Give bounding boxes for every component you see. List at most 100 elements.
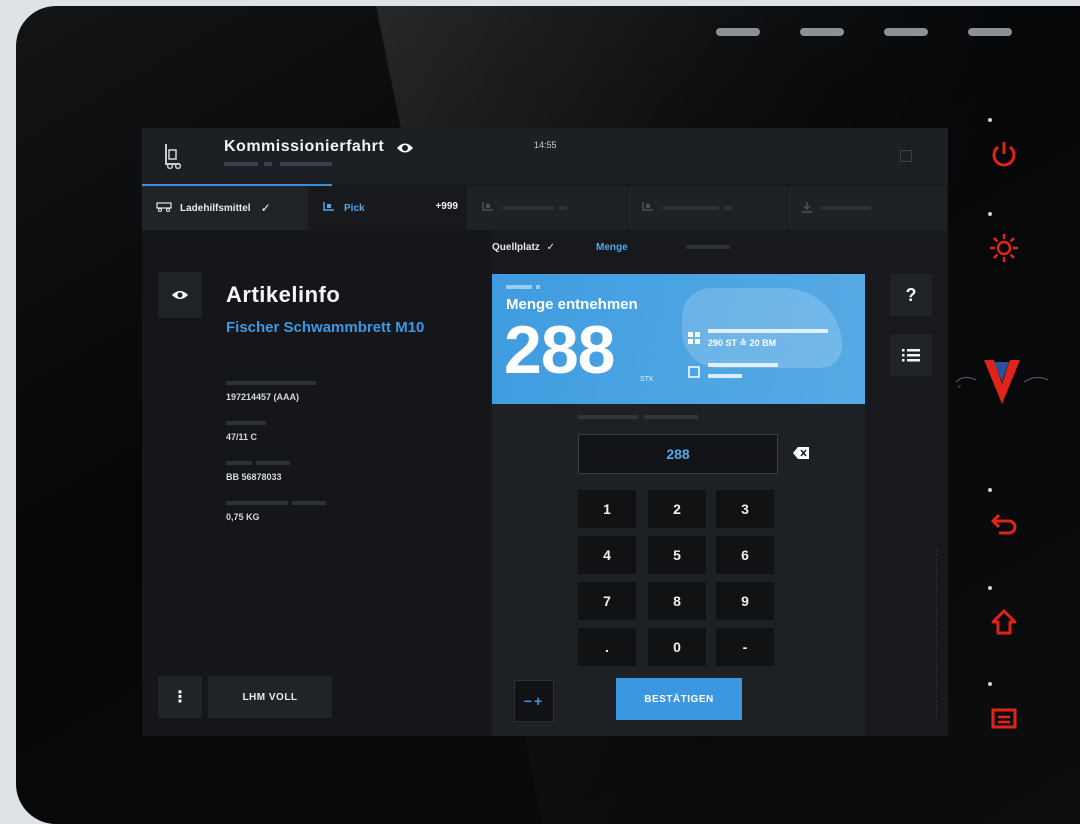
lhm-full-button[interactable]: LHM VOLL	[208, 676, 332, 718]
pick-count-badge: +999	[435, 201, 458, 212]
step-label: Quellplatz	[492, 242, 540, 253]
forklift-icon	[481, 201, 495, 216]
indicator-dot	[988, 488, 992, 492]
download-icon	[801, 201, 813, 216]
key-6[interactable]: 6	[716, 536, 774, 574]
page-subtitle	[224, 160, 344, 170]
tab-pick[interactable]: Pick +999	[308, 186, 466, 230]
clock: 14:55	[534, 140, 557, 150]
forklift-icon	[641, 201, 655, 216]
app-screen: Kommissionierfahrt 14:55 Ladehilfsmittel…	[142, 128, 948, 736]
brand-logo: ᵥ	[955, 360, 1049, 404]
home-icon	[991, 609, 1017, 635]
key-8[interactable]: 8	[648, 582, 706, 620]
help-button[interactable]: ?	[890, 274, 932, 316]
quantity-task-card: Menge entnehmen 288 STK 290 ST ≙ 20 BM	[492, 274, 865, 404]
eye-icon[interactable]	[396, 141, 414, 155]
details-toggle-button[interactable]	[158, 272, 202, 318]
tab-label	[821, 206, 871, 210]
pallet-icon	[156, 201, 172, 215]
confirm-button[interactable]: BESTÄTIGEN	[616, 678, 742, 720]
eye-icon	[172, 291, 188, 299]
tab-step-3[interactable]	[466, 186, 626, 230]
key-1[interactable]: 1	[578, 490, 636, 528]
single-items-label	[708, 363, 778, 367]
keypad-panel: 288 1 2 3 4 5 6 7 8 9 . 0 - −+ BESTÄTIGE…	[492, 404, 865, 736]
input-caption	[578, 415, 698, 419]
back-icon	[990, 513, 1017, 535]
home-button[interactable]	[982, 600, 1026, 644]
quantity-input[interactable]: 288	[578, 434, 778, 474]
app-header: Kommissionierfahrt 14:55	[142, 128, 948, 184]
key-7[interactable]: 7	[578, 582, 636, 620]
field-label	[226, 501, 326, 505]
forklift-app-icon	[165, 144, 182, 170]
order-number: BB 56878033	[226, 472, 282, 482]
indicator-dot	[988, 586, 992, 590]
plus-minus-toggle[interactable]: −+	[514, 680, 554, 722]
tab-label	[503, 206, 567, 210]
step-caption	[506, 285, 540, 289]
list-view-button[interactable]	[890, 334, 932, 376]
key-9[interactable]: 9	[716, 582, 774, 620]
power-icon	[992, 142, 1016, 167]
key-minus[interactable]: -	[716, 628, 774, 666]
menu-icon	[991, 708, 1017, 729]
field-label	[226, 381, 316, 385]
key-decimal[interactable]: .	[578, 628, 636, 666]
box-icon	[688, 366, 700, 378]
vent-slot	[800, 28, 844, 36]
step-quantity[interactable]: Menge	[596, 242, 628, 253]
step-next[interactable]	[686, 242, 730, 252]
indicator-dot	[988, 682, 992, 686]
packaging-label	[708, 329, 828, 333]
article-panel: Artikelinfo Fischer Schwammbrett M10 197…	[142, 230, 490, 736]
article-name: Fischer Schwammbrett M10	[226, 319, 425, 336]
menu-button[interactable]	[982, 696, 1026, 740]
field-label	[226, 421, 266, 425]
single-items-value	[708, 374, 742, 378]
target-quantity: 288	[504, 312, 615, 388]
key-0[interactable]: 0	[648, 628, 706, 666]
quantity-unit: STK	[640, 376, 654, 383]
page-title: Kommissionierfahrt	[224, 138, 385, 155]
tab-step-5[interactable]	[786, 186, 946, 230]
packaging-amount: 290 ST	[708, 338, 738, 348]
back-button[interactable]	[982, 504, 1026, 548]
article-weight: 0,75 KG	[226, 512, 260, 522]
brightness-icon	[990, 234, 1018, 262]
vent-slot	[884, 28, 928, 36]
list-icon	[902, 349, 920, 362]
article-number: 197214457 (AAA)	[226, 392, 300, 402]
forklift-icon	[322, 201, 336, 216]
backspace-icon[interactable]	[792, 446, 810, 460]
grid-icon	[688, 332, 700, 344]
process-tabs: Ladehilfsmittel ✓ Pick +999	[142, 184, 948, 230]
indicator-dot	[988, 212, 992, 216]
vent-slot	[716, 28, 760, 36]
packaging-value: 290 ST ≙ 20 BM	[708, 338, 776, 349]
field-label	[226, 461, 290, 465]
tab-label: Pick	[344, 202, 365, 214]
expand-icon[interactable]	[900, 150, 912, 162]
check-icon: ✓	[546, 242, 555, 253]
key-2[interactable]: 2	[648, 490, 706, 528]
scroll-track	[936, 548, 938, 718]
article-heading: Artikelinfo	[226, 282, 341, 307]
check-icon: ✓	[260, 201, 271, 215]
vent-slot	[968, 28, 1012, 36]
step-source-location[interactable]: Quellplatz ✓	[492, 242, 555, 253]
indicator-dot	[988, 118, 992, 122]
power-button[interactable]	[982, 132, 1026, 176]
packaging-highlight: ≙ 20 BM	[739, 338, 777, 348]
key-3[interactable]: 3	[716, 490, 774, 528]
svg-text:ᵥ: ᵥ	[957, 380, 962, 391]
tab-label: Ladehilfsmittel	[180, 202, 251, 214]
tab-step-4[interactable]	[626, 186, 786, 230]
key-4[interactable]: 4	[578, 536, 636, 574]
tab-label	[663, 206, 733, 210]
more-options-button[interactable]: ⋮	[158, 676, 202, 718]
tab-ladehilfsmittel[interactable]: Ladehilfsmittel ✓	[142, 186, 308, 230]
brightness-button[interactable]	[982, 226, 1026, 270]
key-5[interactable]: 5	[648, 536, 706, 574]
